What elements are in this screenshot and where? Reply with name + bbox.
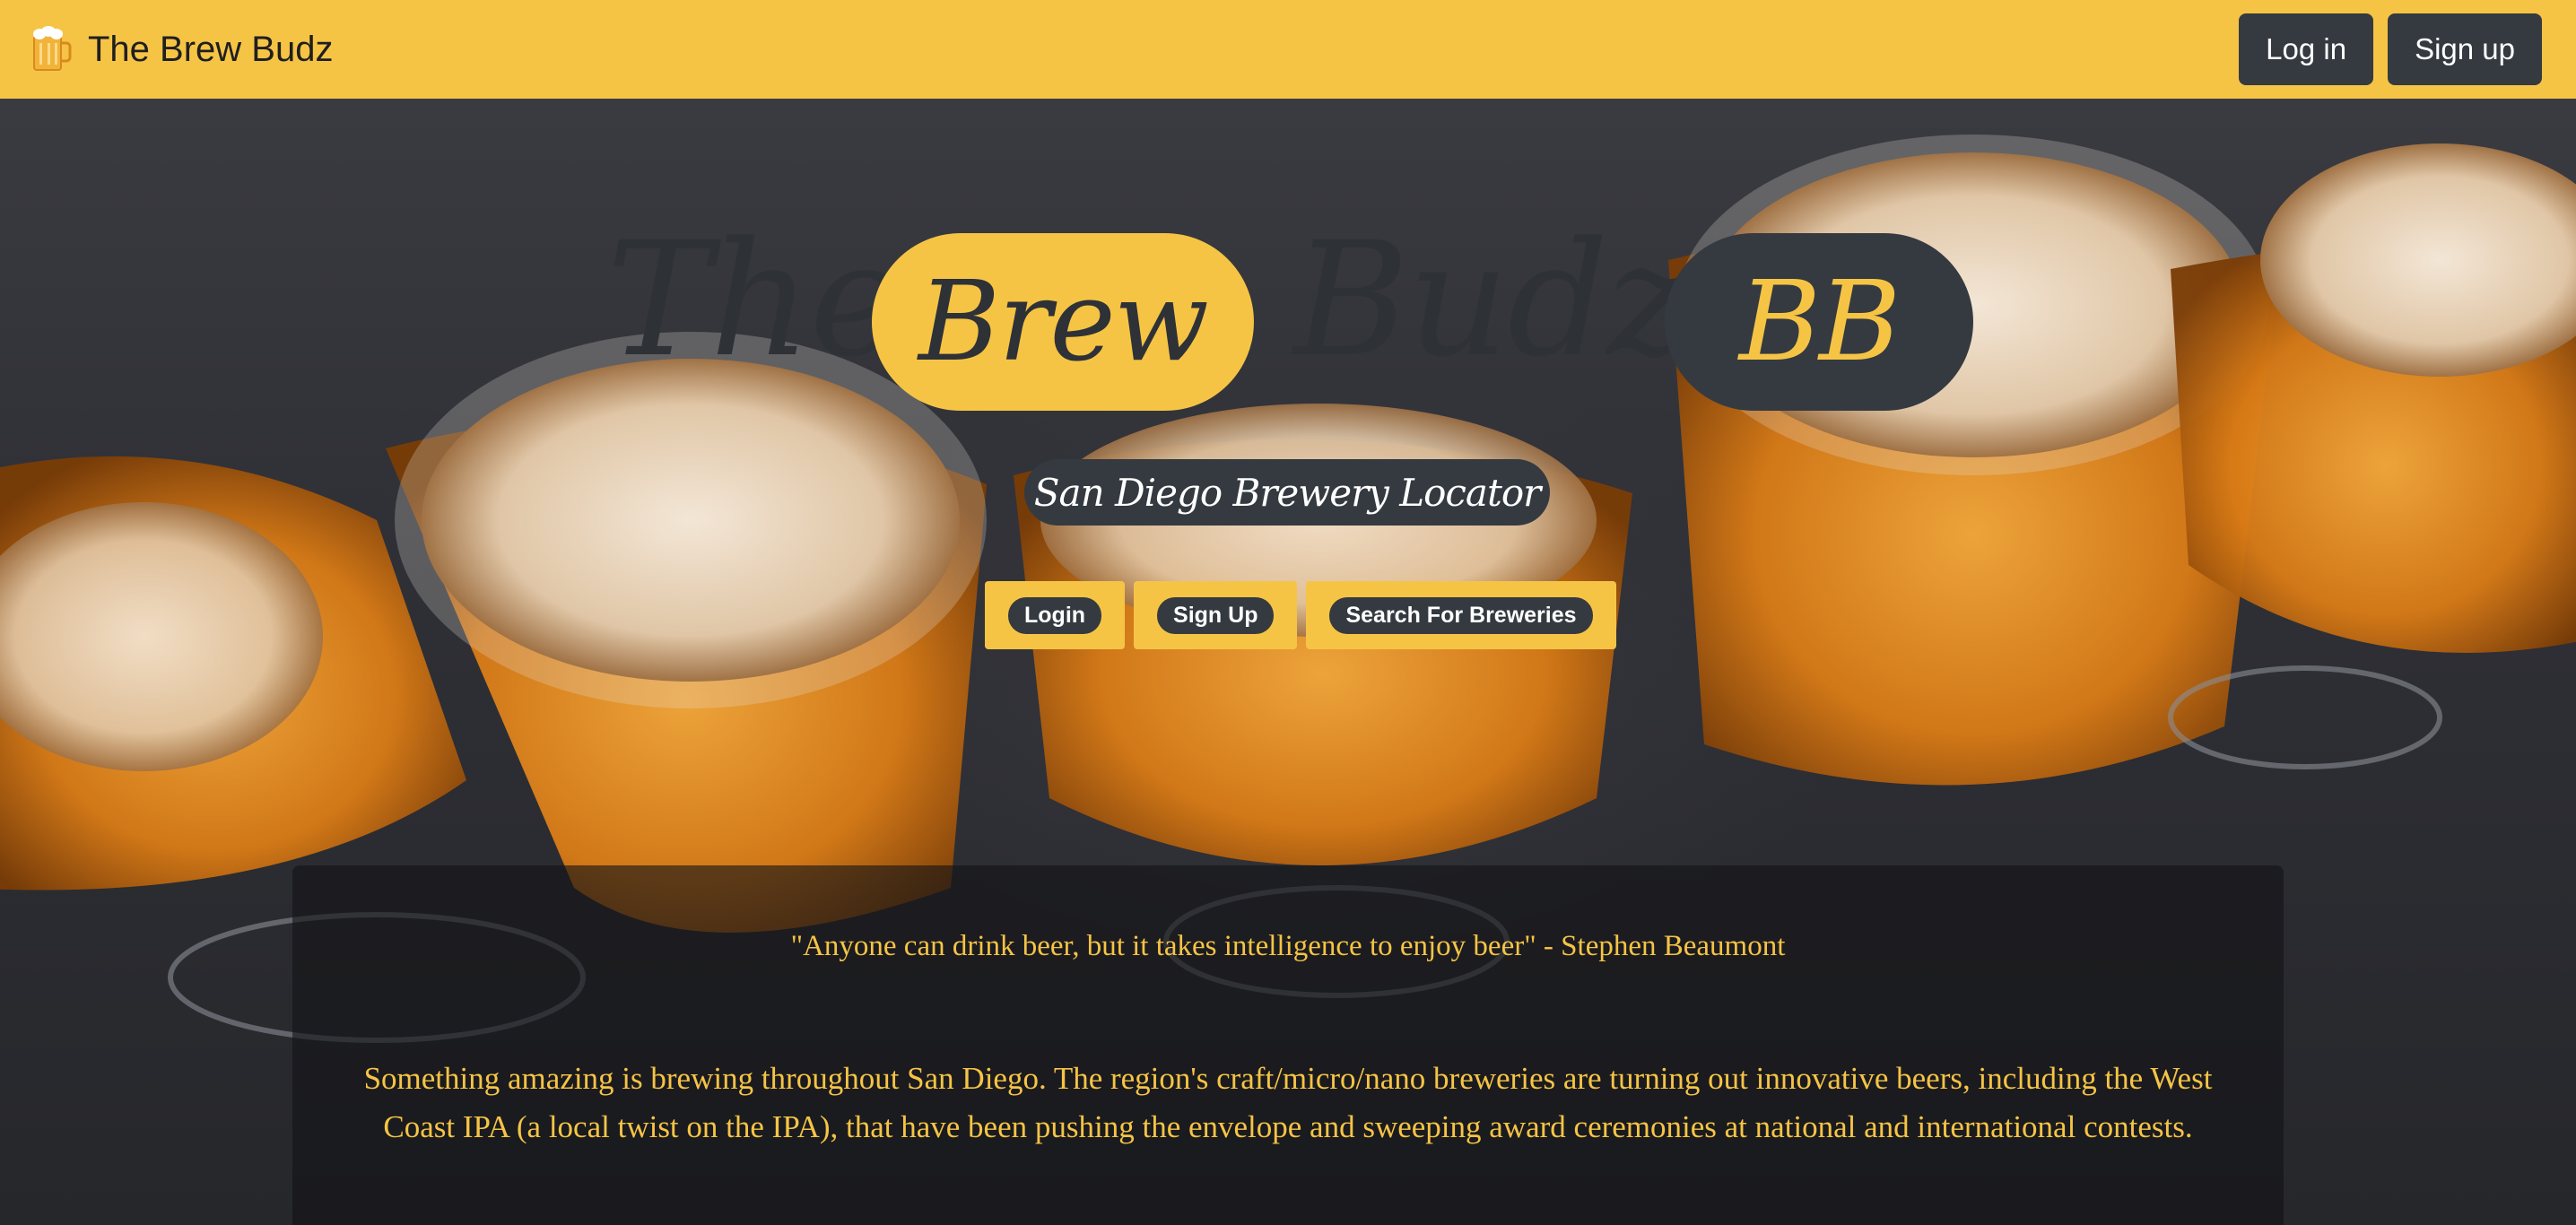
signup-button[interactable]: Sign up [2388, 13, 2542, 85]
quote-text: "Anyone can drink beer, but it takes int… [790, 930, 1786, 962]
subtitle-pill: San Diego Brewery Locator [1024, 459, 1550, 526]
login-button[interactable]: Log in [2239, 13, 2374, 85]
bb-badge-text: BB [1738, 257, 1901, 387]
title-brew-pill: Brew [872, 233, 1254, 411]
intro-paragraph: Something amazing is brewing throughout … [363, 1061, 2213, 1144]
subtitle-text: San Diego Brewery Locator [1033, 470, 1541, 515]
hero-login-label: Login [1008, 596, 1102, 634]
search-breweries-label: Search For Breweries [1329, 596, 1593, 634]
search-breweries-button[interactable]: Search For Breweries [1306, 581, 1616, 649]
info-panel: "Anyone can drink beer, but it takes int… [292, 865, 2284, 1225]
nav-actions: Log in Sign up [2239, 13, 2542, 85]
brand-link[interactable]: The Brew Budz [30, 25, 333, 74]
bb-badge: BB [1665, 233, 1973, 411]
beer-mug-icon [33, 26, 72, 71]
title-the: The [606, 208, 903, 392]
title-budz: Budz [1293, 208, 1690, 392]
hero-login-button[interactable]: Login [985, 581, 1126, 649]
navbar: The Brew Budz Log in Sign up [0, 0, 2576, 99]
hero-buttons: Login Sign Up Search For Breweries [985, 581, 1616, 649]
title-brew: Brew [918, 257, 1209, 387]
brand-text: The Brew Budz [88, 29, 334, 69]
hero-signup-button[interactable]: Sign Up [1134, 581, 1298, 649]
hero-signup-label: Sign Up [1157, 596, 1275, 634]
hero: The Brew Budz BB San Diego Brewery Locat… [0, 99, 2576, 1225]
